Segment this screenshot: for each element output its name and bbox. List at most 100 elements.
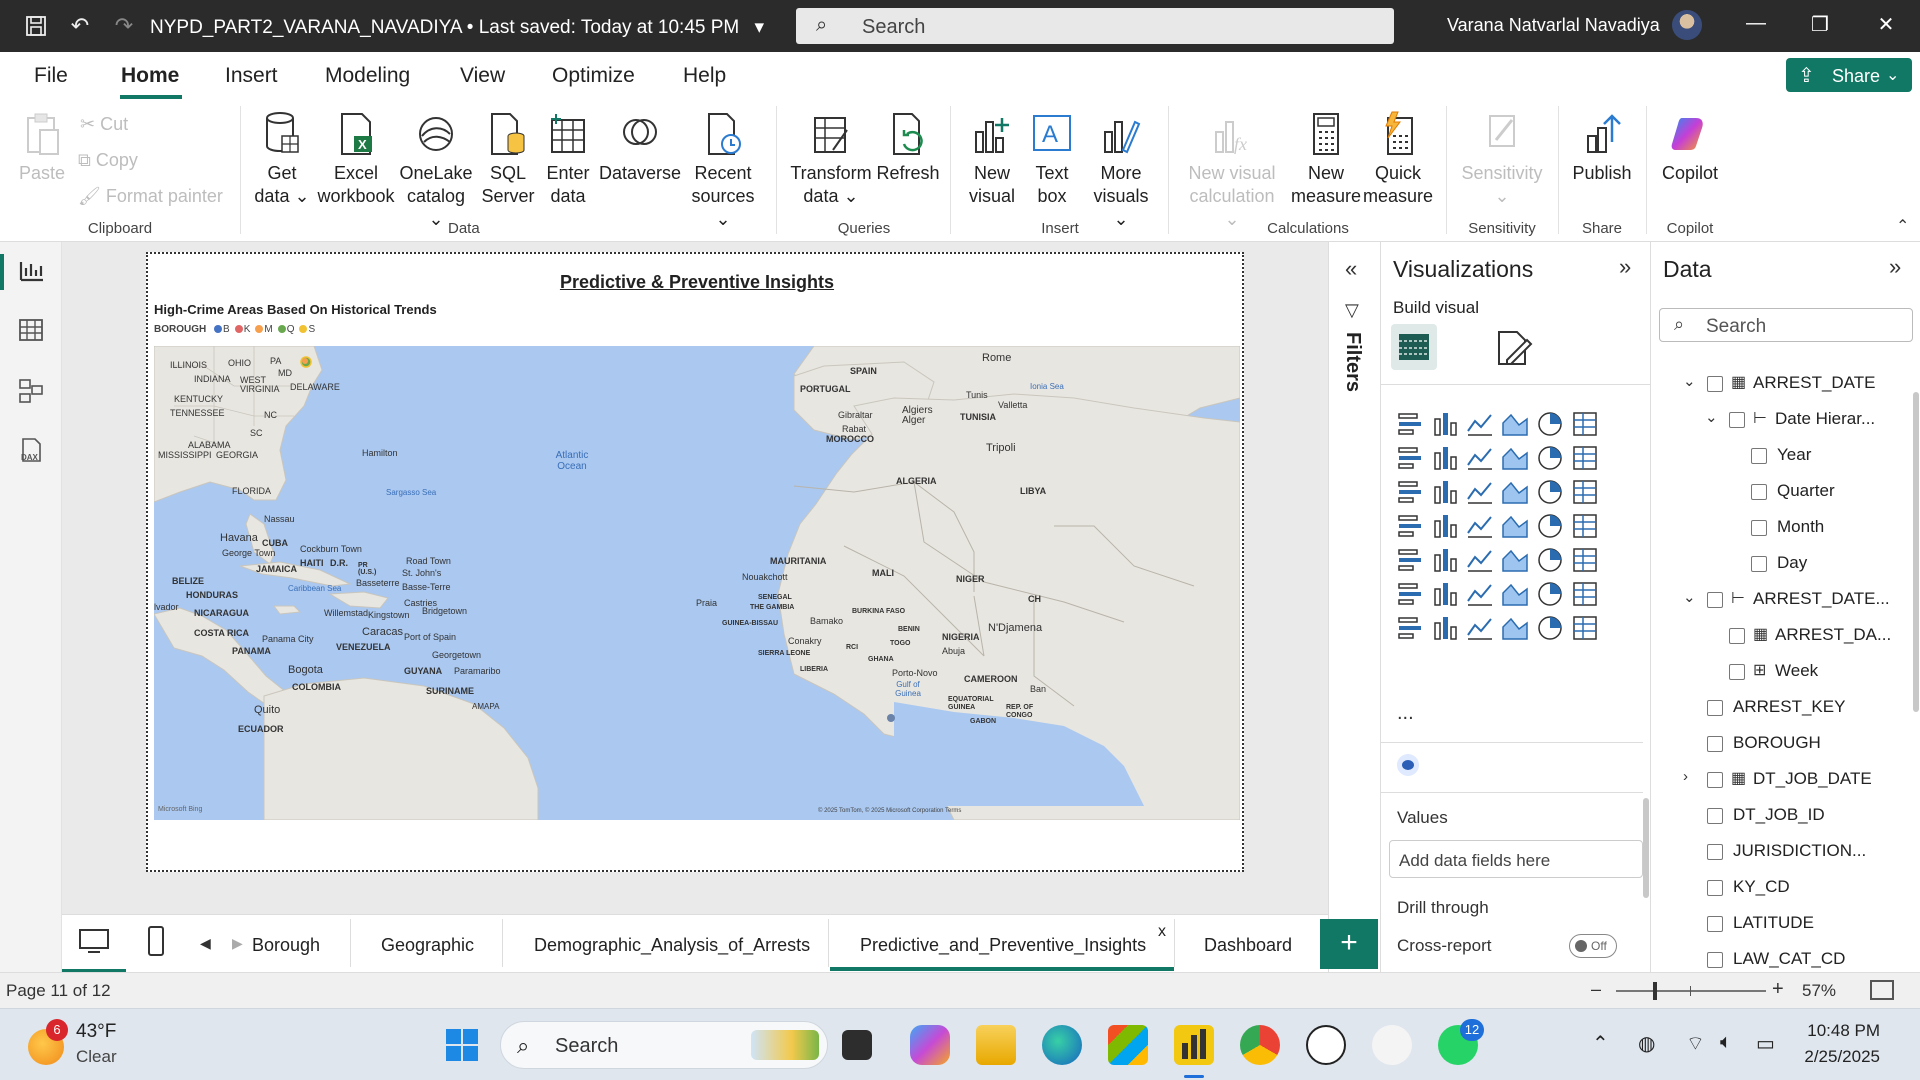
line-chart-icon[interactable] xyxy=(1395,443,1425,473)
power-bi-app-icon[interactable] xyxy=(1174,1025,1214,1065)
collapse-data-icon[interactable]: » xyxy=(1889,254,1901,280)
chevron-up-icon[interactable]: ⌃ xyxy=(1592,1031,1609,1056)
document-title[interactable]: NYPD_PART2_VARANA_NAVADIYA • Last saved:… xyxy=(150,16,764,39)
publish-button[interactable]: Publish xyxy=(1568,110,1636,185)
chatgpt-icon[interactable] xyxy=(1306,1025,1346,1065)
page-tab-active[interactable]: Predictive_and_Preventive_Insights xyxy=(860,935,1146,956)
line-and-clustered-column-chart-icon[interactable] xyxy=(1570,443,1600,473)
sql-server-button[interactable]: SQL Server xyxy=(480,110,536,208)
data-field-row[interactable]: BOROUGH xyxy=(1651,730,1911,760)
chrome-icon[interactable] xyxy=(1240,1025,1280,1065)
legend-item-label[interactable]: Q xyxy=(287,324,295,335)
get-data-button[interactable]: Get data ⌄ xyxy=(252,110,312,208)
format-visual-tab-icon[interactable] xyxy=(1493,328,1533,368)
menu-home[interactable]: Home xyxy=(121,64,179,88)
dax-query-view-icon[interactable]: DAX xyxy=(16,436,46,466)
clock-time[interactable]: 10:48 PM xyxy=(1770,1021,1880,1041)
funnel-chart-icon[interactable] xyxy=(1465,477,1495,507)
field-checkbox[interactable] xyxy=(1707,808,1723,824)
close-tab-icon[interactable]: x xyxy=(1158,923,1166,941)
data-field-row[interactable]: Year xyxy=(1651,442,1911,472)
network-status-icon[interactable]: ◍ xyxy=(1638,1031,1655,1056)
data-field-row[interactable]: ⌄ ⊢ Date Hierar... xyxy=(1651,406,1911,436)
data-field-row[interactable]: LATITUDE xyxy=(1651,910,1911,940)
desktop-layout-icon[interactable] xyxy=(78,927,110,955)
quick-measure-button[interactable]: Quick measure xyxy=(1362,110,1434,208)
chevron-down-icon[interactable]: ⌄ xyxy=(1683,372,1696,390)
field-checkbox[interactable] xyxy=(1707,772,1723,788)
narrative-visual-icon[interactable] xyxy=(1570,613,1600,643)
game-app-icon[interactable] xyxy=(1372,1025,1412,1065)
field-checkbox[interactable] xyxy=(1707,700,1723,716)
clustered-bar-chart-icon[interactable] xyxy=(1465,409,1495,439)
menu-modeling[interactable]: Modeling xyxy=(325,64,410,88)
data-field-row[interactable]: KY_CD xyxy=(1651,874,1911,904)
field-checkbox[interactable] xyxy=(1707,952,1723,968)
zoom-slider-thumb[interactable] xyxy=(1653,982,1658,1000)
arcgis-map-icon[interactable] xyxy=(1500,613,1530,643)
volume-icon[interactable]: 🔈︎ xyxy=(1720,1031,1732,1054)
copilot-button[interactable]: Copilot xyxy=(1654,110,1726,185)
task-view-icon[interactable] xyxy=(842,1030,872,1060)
more-visuals-button[interactable]: More visuals ⌄ xyxy=(1086,110,1156,231)
scatter-chart-icon[interactable] xyxy=(1500,477,1530,507)
stacked-bar-chart-icon[interactable] xyxy=(1395,409,1425,439)
scroll-tabs-left-icon[interactable]: ◀ xyxy=(200,935,211,952)
add-page-button[interactable]: + xyxy=(1320,919,1378,969)
collapse-visualizations-icon[interactable]: » xyxy=(1619,254,1631,280)
chevron-right-icon[interactable]: › xyxy=(1683,768,1688,785)
chevron-down-icon[interactable]: ⌄ xyxy=(1705,408,1718,426)
clustered-column-chart-icon[interactable] xyxy=(1500,409,1530,439)
scrollbar[interactable] xyxy=(1913,392,1919,712)
chevron-down-icon[interactable]: ⌄ xyxy=(1683,588,1696,606)
legend-item-label[interactable]: S xyxy=(308,324,315,335)
collapse-ribbon-icon[interactable]: ⌃ xyxy=(1896,216,1909,236)
transform-data-button[interactable]: Transform data ⌄ xyxy=(786,110,876,208)
card-new-icon[interactable] xyxy=(1430,613,1460,643)
enter-data-button[interactable]: Enter data xyxy=(540,110,596,208)
data-field-row[interactable]: ⌄ ▦ ARREST_DATE xyxy=(1651,370,1911,400)
model-view-icon[interactable] xyxy=(16,376,46,406)
copilot-app-icon[interactable] xyxy=(910,1025,950,1065)
paginated-report-icon[interactable] xyxy=(1570,579,1600,609)
expand-filters-icon[interactable]: « xyxy=(1345,256,1357,282)
field-checkbox[interactable] xyxy=(1751,484,1767,500)
menu-help[interactable]: Help xyxy=(683,64,726,88)
gauge-icon[interactable] xyxy=(1535,511,1565,541)
power-apps-icon[interactable] xyxy=(1395,613,1425,643)
field-checkbox[interactable] xyxy=(1707,736,1723,752)
menu-file[interactable]: File xyxy=(34,64,68,88)
kpi-icon[interactable] xyxy=(1430,545,1460,575)
data-field-row[interactable]: Month xyxy=(1651,514,1911,544)
data-field-row[interactable]: Day xyxy=(1651,550,1911,580)
chevron-down-icon[interactable]: ▾ xyxy=(755,17,765,38)
field-checkbox[interactable] xyxy=(1729,628,1745,644)
filled-map-icon[interactable] xyxy=(1465,511,1495,541)
legend-item-label[interactable]: B xyxy=(223,324,230,335)
treemap-icon[interactable] xyxy=(1395,511,1425,541)
menu-view[interactable]: View xyxy=(460,64,505,88)
weather-temperature[interactable]: 43°F xyxy=(76,1021,116,1043)
new-measure-button[interactable]: New measure xyxy=(1290,110,1362,208)
data-search-input[interactable]: ⌕ Search xyxy=(1659,308,1913,342)
wifi-icon[interactable]: ⌔ xyxy=(1686,1031,1705,1056)
data-field-row[interactable]: › ▦ DT_JOB_DATE xyxy=(1651,766,1911,796)
decomposition-tree-icon[interactable] xyxy=(1465,579,1495,609)
avatar[interactable] xyxy=(1672,10,1702,40)
table-visual-icon[interactable] xyxy=(1500,545,1530,575)
microsoft-store-icon[interactable] xyxy=(1108,1025,1148,1065)
recent-sources-button[interactable]: Recent sources ⌄ xyxy=(688,110,758,231)
filters-pane-collapsed[interactable]: « ▽ Filters xyxy=(1328,242,1380,972)
python-visual-icon[interactable] xyxy=(1395,579,1425,609)
donut-chart-icon[interactable] xyxy=(1570,477,1600,507)
qa-visual-icon[interactable] xyxy=(1500,579,1530,609)
zoom-out-button[interactable]: – xyxy=(1591,979,1601,1000)
smart-narrative-icon[interactable] xyxy=(1535,579,1565,609)
data-field-row[interactable]: DT_JOB_ID xyxy=(1651,802,1911,832)
build-visual-tab-icon[interactable] xyxy=(1391,324,1437,370)
azure-map-icon[interactable] xyxy=(1500,511,1530,541)
restore-icon[interactable]: ❐ xyxy=(1800,12,1840,40)
data-field-row[interactable]: ⌄ ⊢ ARREST_DATE... xyxy=(1651,586,1911,616)
data-field-row[interactable]: ▦ ARREST_DA... xyxy=(1651,622,1911,652)
edge-browser-icon[interactable] xyxy=(1042,1025,1082,1065)
